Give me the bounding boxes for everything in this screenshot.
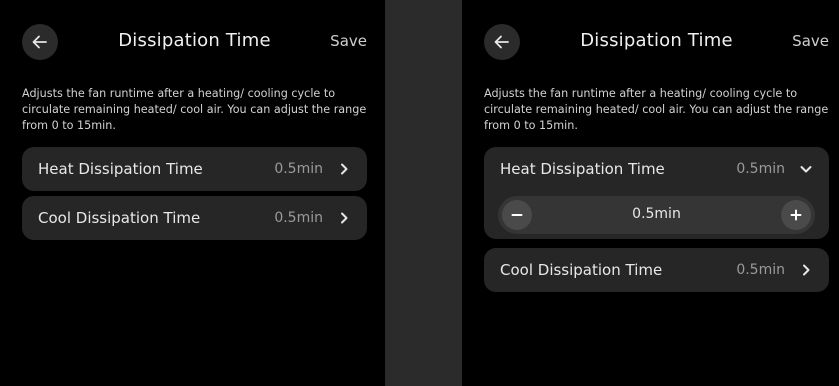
divider [385,0,462,386]
heat-dissipation-row[interactable]: Heat Dissipation Time 0.5min [484,147,829,191]
screen-collapsed: Dissipation Time Save Adjusts the fan ru… [0,0,385,386]
increment-button[interactable] [781,200,811,230]
chevron-down-icon[interactable] [797,160,815,178]
dissipation-stepper: 0.5min [498,196,815,234]
header: Dissipation Time Save [22,24,367,60]
header: Dissipation Time Save [484,24,829,60]
chevron-right-icon [335,209,353,227]
setting-label: Cool Dissipation Time [38,209,201,227]
save-button[interactable]: Save [792,32,829,50]
setting-value: 0.5min [274,161,323,177]
heat-dissipation-card[interactable]: Heat Dissipation Time 0.5min [22,147,367,191]
heat-dissipation-row[interactable]: Heat Dissipation Time 0.5min [22,147,367,191]
stepper-value: 0.5min [632,206,681,222]
heat-dissipation-card-expanded: Heat Dissipation Time 0.5min 0.5min [484,147,829,239]
description-text: Adjusts the fan runtime after a heating/… [22,87,367,132]
setting-label: Heat Dissipation Time [38,160,203,178]
cool-dissipation-row[interactable]: Cool Dissipation Time 0.5min [22,196,367,240]
chevron-right-icon [335,160,353,178]
save-button[interactable]: Save [330,32,367,50]
plus-icon [790,209,802,221]
cool-dissipation-row[interactable]: Cool Dissipation Time 0.5min [484,248,829,292]
screen-expanded: Dissipation Time Save Adjusts the fan ru… [462,0,839,386]
setting-value: 0.5min [736,262,785,278]
setting-label: Heat Dissipation Time [500,160,665,178]
setting-value: 0.5min [274,210,323,226]
page-title: Dissipation Time [118,30,271,51]
cool-dissipation-card[interactable]: Cool Dissipation Time 0.5min [484,248,829,292]
setting-value: 0.5min [736,161,785,177]
setting-label: Cool Dissipation Time [500,261,663,279]
description-text: Adjusts the fan runtime after a heating/… [484,87,829,132]
page-title: Dissipation Time [580,30,733,51]
cool-dissipation-card[interactable]: Cool Dissipation Time 0.5min [22,196,367,240]
chevron-right-icon [797,261,815,279]
